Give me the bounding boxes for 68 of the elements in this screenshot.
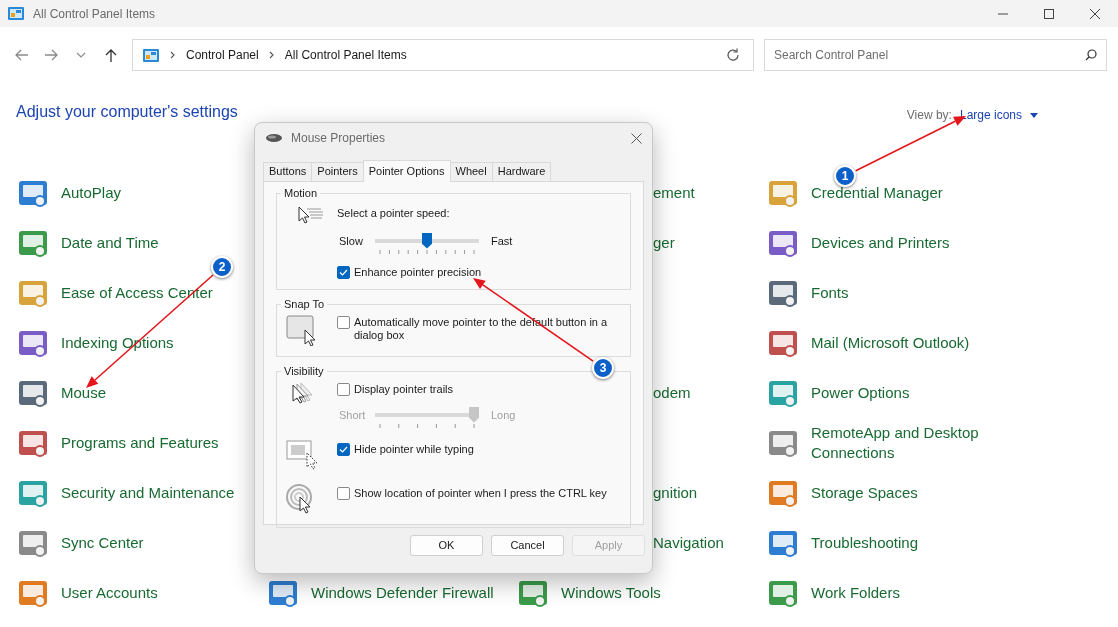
item-link[interactable]: Power Options bbox=[811, 382, 910, 404]
slider-label: Slow bbox=[339, 233, 364, 249]
step-number: 2 bbox=[211, 256, 233, 278]
window-title: All Control Panel Items bbox=[33, 5, 156, 23]
page-heading: Adjust your computer's settings bbox=[16, 102, 238, 122]
checkbox[interactable]: Enhance pointer precision bbox=[337, 265, 622, 279]
item-link[interactable]: Security and Maintenance bbox=[61, 482, 235, 504]
item-link[interactable]: RemoteApp and Desktop Connections bbox=[811, 422, 1001, 464]
item-link[interactable]: User Accounts bbox=[61, 582, 158, 604]
tab[interactable]: Buttons bbox=[263, 162, 313, 181]
item-link[interactable]: Work Folders bbox=[811, 582, 900, 604]
view-by-dropdown[interactable]: Large icons bbox=[959, 106, 1038, 124]
item-link[interactable]: Date and Time bbox=[61, 232, 159, 254]
maximize-icon[interactable] bbox=[1043, 8, 1055, 19]
checkbox[interactable]: Show location of pointer when I press the CTRL key bbox=[337, 486, 622, 500]
dialog-button[interactable]: Cancel bbox=[491, 535, 564, 556]
item-link[interactable]: Devices and Printers bbox=[811, 232, 950, 254]
item-link[interactable]: Troubleshooting bbox=[811, 532, 918, 554]
refresh-icon[interactable] bbox=[726, 48, 740, 62]
tab[interactable]: Pointer Options bbox=[362, 160, 451, 182]
item-link[interactable]: AutoPlay bbox=[61, 182, 122, 204]
group-title: Snap To bbox=[283, 298, 326, 310]
item-link[interactable]: Storage Spaces bbox=[811, 482, 918, 504]
forward-icon[interactable] bbox=[43, 48, 59, 62]
close-icon[interactable] bbox=[1089, 8, 1101, 19]
group-title: Visibility bbox=[283, 365, 325, 377]
setting-label: Select a pointer speed: bbox=[337, 206, 451, 221]
dialog-title: Mouse Properties bbox=[291, 130, 386, 147]
item-link[interactable]: gnition bbox=[653, 481, 698, 505]
mouse-icon bbox=[265, 133, 283, 143]
item-link[interactable]: ger bbox=[653, 231, 675, 255]
check-mark-icon bbox=[339, 268, 348, 276]
item-link[interactable]: ement bbox=[653, 181, 695, 205]
item-link[interactable]: odem bbox=[653, 381, 691, 405]
dialog-button[interactable]: OK bbox=[410, 535, 483, 556]
item-link[interactable]: Windows Tools bbox=[561, 582, 661, 604]
item-link[interactable]: Mail (Microsoft Outlook) bbox=[811, 332, 970, 354]
control-panel-icon bbox=[142, 46, 160, 64]
search-field[interactable]: Search Control Panel bbox=[764, 39, 1107, 71]
step-number: 1 bbox=[834, 165, 856, 187]
item-link[interactable]: Mouse bbox=[61, 382, 107, 404]
back-icon[interactable] bbox=[14, 48, 28, 62]
group-title: Motion bbox=[283, 188, 319, 199]
search-icon[interactable] bbox=[1085, 49, 1097, 61]
tab[interactable]: Hardware bbox=[491, 162, 552, 181]
item-link[interactable]: Sync Center bbox=[61, 532, 144, 554]
item-link[interactable]: Programs and Features bbox=[61, 432, 219, 454]
item-link[interactable]: Navigation bbox=[653, 531, 724, 555]
slider-label: Short bbox=[339, 407, 367, 423]
breadcrumb-link[interactable]: All Control Panel Items bbox=[284, 46, 407, 64]
chevron-right-icon bbox=[170, 51, 176, 59]
breadcrumb-link[interactable]: Control Panel bbox=[186, 46, 259, 64]
slider-label: Long bbox=[491, 407, 517, 423]
check-mark-icon bbox=[339, 445, 348, 453]
slider-thumb[interactable] bbox=[422, 232, 432, 249]
chevron-down-icon[interactable] bbox=[76, 51, 86, 59]
control-panel-icon bbox=[7, 5, 25, 22]
checkbox[interactable]: Display pointer trails bbox=[337, 382, 622, 396]
chevron-right-icon bbox=[268, 51, 275, 59]
close-icon[interactable] bbox=[631, 132, 642, 144]
slider-label: Fast bbox=[491, 233, 514, 249]
item-link[interactable]: Fonts bbox=[811, 282, 849, 304]
address-bar[interactable]: Control Panel All Control Panel Items bbox=[132, 39, 754, 71]
checkbox[interactable]: Hide pointer while typing bbox=[337, 442, 622, 456]
up-icon[interactable] bbox=[104, 48, 118, 62]
caret-icon bbox=[1030, 112, 1038, 118]
view-by-label: View by: bbox=[906, 107, 952, 124]
item-link[interactable]: Windows Defender Firewall bbox=[311, 582, 494, 604]
